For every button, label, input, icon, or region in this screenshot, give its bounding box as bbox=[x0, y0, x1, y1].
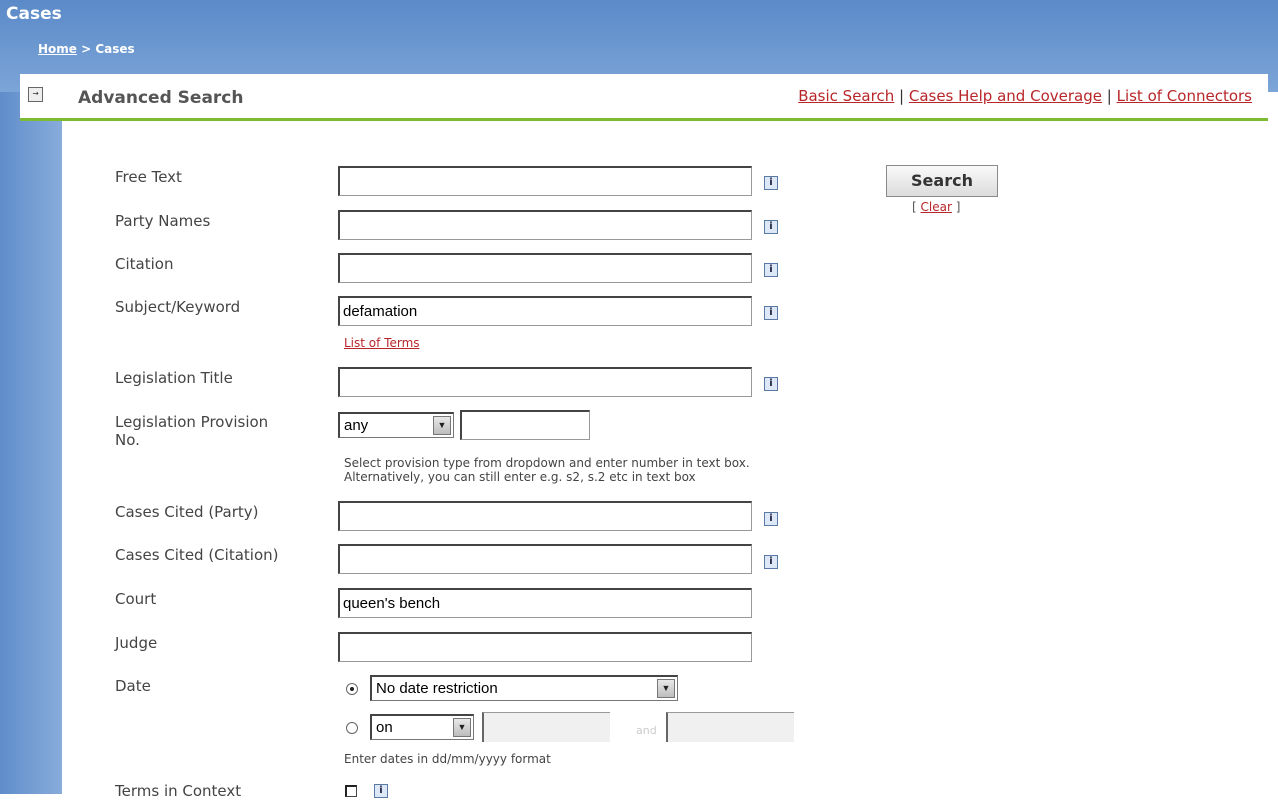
free-text-label: Free Text bbox=[115, 168, 182, 186]
list-of-terms-link[interactable]: List of Terms bbox=[344, 336, 420, 350]
link-separator: | bbox=[1106, 87, 1112, 105]
date-range-radio[interactable] bbox=[346, 722, 358, 734]
party-names-input[interactable] bbox=[338, 210, 752, 240]
chevron-down-icon: ▼ bbox=[657, 679, 675, 698]
judge-input[interactable] bbox=[338, 632, 752, 662]
date-to-input[interactable] bbox=[666, 712, 794, 742]
basic-search-link[interactable]: Basic Search bbox=[798, 87, 894, 105]
terms-in-context-label: Terms in Context bbox=[115, 782, 242, 800]
date-operator-select[interactable]: on ▼ bbox=[370, 714, 474, 740]
provision-type-select[interactable]: any ▼ bbox=[338, 412, 454, 438]
info-icon[interactable]: i bbox=[764, 263, 778, 277]
breadcrumb-separator: > bbox=[81, 42, 92, 56]
court-input[interactable] bbox=[338, 588, 752, 618]
citation-label: Citation bbox=[115, 255, 174, 273]
left-sidebar-strip bbox=[0, 92, 62, 794]
free-text-input[interactable] bbox=[338, 166, 752, 196]
chevron-down-icon: ▼ bbox=[433, 416, 451, 435]
date-format-hint: Enter dates in dd/mm/yyyy format bbox=[344, 752, 551, 766]
legislation-provision-label-line2: No. bbox=[115, 431, 140, 449]
subject-keyword-input[interactable] bbox=[338, 296, 752, 326]
provision-hint: Select provision type from dropdown and … bbox=[344, 456, 750, 484]
court-label: Court bbox=[115, 590, 157, 608]
clear-control: [ Clear ] bbox=[912, 200, 960, 214]
legislation-title-label: Legislation Title bbox=[115, 369, 233, 387]
cases-cited-party-input[interactable] bbox=[338, 501, 752, 531]
party-names-label: Party Names bbox=[115, 212, 211, 230]
provision-number-input[interactable] bbox=[460, 410, 590, 440]
date-no-restriction-radio[interactable] bbox=[346, 683, 358, 695]
list-of-connectors-link[interactable]: List of Connectors bbox=[1117, 87, 1252, 105]
info-icon[interactable]: i bbox=[764, 176, 778, 190]
info-icon[interactable]: i bbox=[764, 512, 778, 526]
breadcrumb-home-link[interactable]: Home bbox=[38, 42, 77, 56]
legislation-provision-label-line1: Legislation Provision bbox=[115, 413, 269, 431]
search-button[interactable]: Search bbox=[886, 165, 998, 197]
info-icon[interactable]: i bbox=[374, 784, 388, 798]
legislation-title-input[interactable] bbox=[338, 367, 752, 397]
page-title: Cases bbox=[6, 4, 62, 24]
date-and-label: and bbox=[636, 724, 657, 737]
terms-in-context-checkbox[interactable] bbox=[345, 785, 357, 797]
citation-input[interactable] bbox=[338, 253, 752, 283]
link-separator: | bbox=[899, 87, 905, 105]
advanced-search-bar: → Advanced Search Basic Search | Cases H… bbox=[20, 74, 1268, 121]
provision-type-value: any bbox=[344, 417, 369, 434]
date-restriction-select[interactable]: No date restriction ▼ bbox=[370, 675, 678, 701]
clear-link[interactable]: Clear bbox=[921, 200, 952, 214]
provision-hint-line1: Select provision type from dropdown and … bbox=[344, 456, 750, 470]
cases-cited-citation-label: Cases Cited (Citation) bbox=[115, 546, 279, 564]
provision-hint-line2: Alternatively, you can still enter e.g. … bbox=[344, 470, 696, 484]
date-label: Date bbox=[115, 677, 151, 695]
help-coverage-link[interactable]: Cases Help and Coverage bbox=[909, 87, 1102, 105]
legislation-provision-label: Legislation Provision No. bbox=[115, 413, 268, 449]
breadcrumb-current: Cases bbox=[95, 42, 135, 56]
info-icon[interactable]: i bbox=[764, 377, 778, 391]
panel-links: Basic Search | Cases Help and Coverage |… bbox=[798, 87, 1252, 105]
info-icon[interactable]: i bbox=[764, 306, 778, 320]
clear-bracket-open: [ bbox=[912, 200, 917, 214]
date-operator-value: on bbox=[376, 719, 393, 736]
date-from-input[interactable] bbox=[482, 712, 610, 742]
expand-icon[interactable]: → bbox=[28, 87, 43, 102]
subject-keyword-label: Subject/Keyword bbox=[115, 298, 241, 316]
date-restriction-value: No date restriction bbox=[376, 680, 498, 697]
info-icon[interactable]: i bbox=[764, 555, 778, 569]
clear-bracket-close: ] bbox=[955, 200, 961, 214]
chevron-down-icon: ▼ bbox=[453, 718, 471, 737]
info-icon[interactable]: i bbox=[764, 220, 778, 234]
cases-cited-party-label: Cases Cited (Party) bbox=[115, 503, 259, 521]
breadcrumb: Home > Cases bbox=[38, 42, 135, 56]
cases-cited-citation-input[interactable] bbox=[338, 544, 752, 574]
judge-label: Judge bbox=[115, 634, 158, 652]
panel-title: Advanced Search bbox=[78, 88, 244, 108]
